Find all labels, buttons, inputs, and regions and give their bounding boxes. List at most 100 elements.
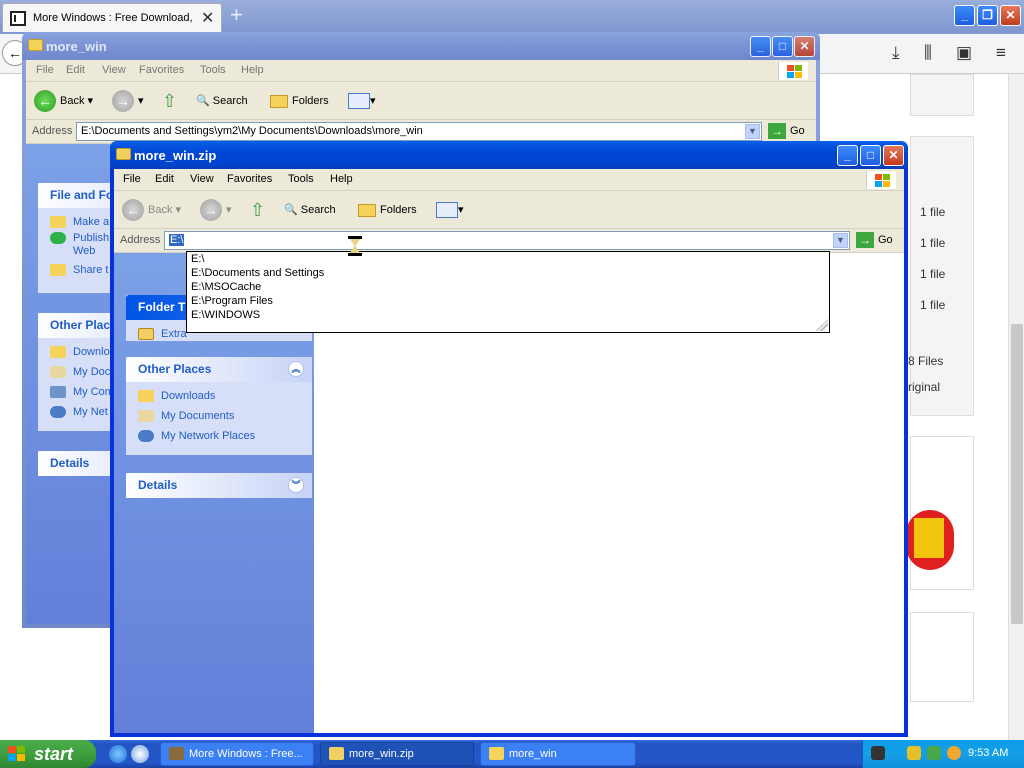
clock: 9:53 AM (968, 747, 1009, 759)
resize-grip-icon[interactable] (816, 319, 828, 331)
up-folder-icon[interactable]: ⇧ (250, 198, 265, 222)
address-input[interactable]: E:\ ▼ (164, 231, 850, 250)
place-downloads[interactable]: Downloads (126, 386, 312, 406)
menu-help[interactable]: Help (330, 173, 353, 185)
hamburger-menu-icon[interactable]: ≡ (996, 43, 1006, 63)
taskbar-button-more-win-zip[interactable]: more_win.zip (320, 742, 474, 766)
zip-folder-icon (116, 148, 131, 160)
go-arrow-icon: → (856, 232, 874, 248)
place-my-network[interactable]: My Network Places (126, 426, 312, 446)
keyboard-icon[interactable] (871, 746, 885, 760)
network-icon[interactable] (927, 746, 941, 760)
other-places-header[interactable]: Other Places ︽ (126, 357, 312, 382)
menu-file[interactable]: File (123, 173, 141, 185)
address-label: Address (120, 234, 161, 246)
menu-tools[interactable]: Tools (200, 64, 226, 76)
explorer-window-more-win-zip[interactable]: more_win.zip _ □ ✕ File Edit View Favori… (110, 141, 908, 737)
firefox-window-icon (169, 747, 184, 760)
close-tab-icon[interactable]: ✕ (201, 8, 214, 28)
window-title: more_win (46, 39, 107, 54)
security-shield-icon[interactable] (907, 746, 921, 760)
menu-favorites[interactable]: Favorites (139, 64, 184, 76)
details-panel: Details ︾ (126, 473, 312, 498)
taskbar-button-more-win[interactable]: more_win (480, 742, 636, 766)
show-desktop-icon[interactable] (131, 745, 149, 763)
page-panel (910, 74, 974, 116)
address-input[interactable]: E:\Documents and Settings\ym2\My Documen… (76, 122, 762, 141)
chevron-down-icon[interactable]: ▼ (833, 233, 848, 248)
autocomplete-item[interactable]: E:\Documents and Settings (187, 266, 829, 280)
library-icon[interactable]: ⫼ (924, 43, 932, 63)
go-button[interactable]: → Go (856, 232, 893, 248)
menu-tools[interactable]: Tools (288, 173, 314, 185)
address-bar: Address E:\ ▼ → Go (114, 229, 904, 253)
minimize-button[interactable]: _ (837, 145, 858, 166)
close-button[interactable]: ✕ (883, 145, 904, 166)
windows-logo-icon (778, 62, 808, 80)
address-label: Address (32, 125, 73, 137)
up-folder-icon[interactable]: ⇧ (162, 89, 177, 113)
forward-button[interactable]: → ▾ (200, 198, 232, 222)
collapse-chevron-icon[interactable]: ︽ (288, 361, 304, 377)
minimize-button[interactable]: _ (750, 36, 771, 57)
internet-explorer-icon[interactable] (109, 745, 127, 763)
expand-chevron-icon[interactable]: ︾ (288, 477, 304, 493)
place-my-documents[interactable]: My Documents (126, 406, 312, 426)
menu-view[interactable]: View (102, 64, 126, 76)
close-button[interactable]: ✕ (794, 36, 815, 57)
go-button[interactable]: → Go (768, 123, 805, 139)
menu-edit[interactable]: Edit (155, 173, 174, 185)
views-button[interactable]: ▾ (436, 198, 464, 222)
forward-arrow-icon: → (200, 199, 222, 222)
browser-tab[interactable]: More Windows : Free Download, E ✕ (2, 3, 222, 32)
page-scrollbar[interactable] (1008, 74, 1024, 740)
back-button[interactable]: ← Back ▾ (122, 198, 181, 222)
folders-button[interactable]: Folders (270, 89, 329, 113)
original-text: riginal (908, 380, 941, 394)
firefox-close-button[interactable]: ✕ (1000, 5, 1021, 26)
address-autocomplete-list[interactable]: E:\ E:\Documents and Settings E:\MSOCach… (186, 251, 830, 333)
forward-button[interactable]: → ▾ (112, 89, 144, 113)
start-button[interactable]: start (0, 740, 96, 768)
window-titlebar[interactable]: more_win _ □ ✕ (22, 32, 820, 60)
folders-button[interactable]: Folders (358, 198, 417, 222)
autocomplete-item[interactable]: E:\MSOCache (187, 280, 829, 294)
scrollbar-thumb[interactable] (1011, 324, 1023, 624)
menu-view[interactable]: View (190, 173, 214, 185)
files-count-text: 8 Files (908, 354, 944, 368)
maximize-button[interactable]: □ (860, 145, 881, 166)
search-button[interactable]: 🔍 Search (284, 198, 336, 222)
chevron-down-icon[interactable]: ▼ (745, 124, 760, 139)
other-places-panel: Other Places ︽ Downloads My Documents My … (126, 357, 312, 455)
folder-icon (489, 747, 504, 760)
menu-help[interactable]: Help (241, 64, 264, 76)
back-button[interactable]: ← Back ▾ (34, 89, 93, 113)
window-titlebar[interactable]: more_win.zip _ □ ✕ (110, 141, 908, 169)
menu-favorites[interactable]: Favorites (227, 173, 272, 185)
autocomplete-item[interactable]: E:\WINDOWS (187, 308, 829, 322)
menu-file[interactable]: File (36, 64, 54, 76)
firefox-minimize-button[interactable]: _ (954, 5, 975, 26)
page-panel (910, 612, 974, 702)
new-tab-button[interactable]: + (230, 2, 243, 28)
details-header[interactable]: Details ︾ (126, 473, 312, 498)
menu-edit[interactable]: Edit (66, 64, 85, 76)
autocomplete-item[interactable]: E:\ (187, 252, 829, 266)
tab-title: More Windows : Free Download, E (33, 12, 193, 24)
back-arrow-icon: ← (122, 199, 144, 222)
sidebar-icon[interactable]: ▣ (956, 43, 972, 63)
firefox-restore-button[interactable]: ❐ (977, 5, 998, 26)
file-count: 1 file (920, 236, 946, 250)
forward-arrow-icon: → (112, 90, 134, 113)
maximize-button[interactable]: □ (772, 36, 793, 57)
search-tray-icon[interactable] (947, 746, 961, 760)
views-button[interactable]: ▾ (348, 89, 376, 113)
zip-folder-icon (329, 747, 344, 760)
autocomplete-item[interactable]: E:\Program Files (187, 294, 829, 308)
museum-favicon-icon (10, 11, 26, 26)
search-button[interactable]: 🔍 Search (196, 89, 248, 113)
hourglass-cursor-icon (348, 236, 362, 256)
taskbar-button-firefox[interactable]: More Windows : Free... (160, 742, 314, 766)
download-icon[interactable]: ⤓ (892, 43, 900, 63)
file-count: 1 file (920, 267, 946, 281)
